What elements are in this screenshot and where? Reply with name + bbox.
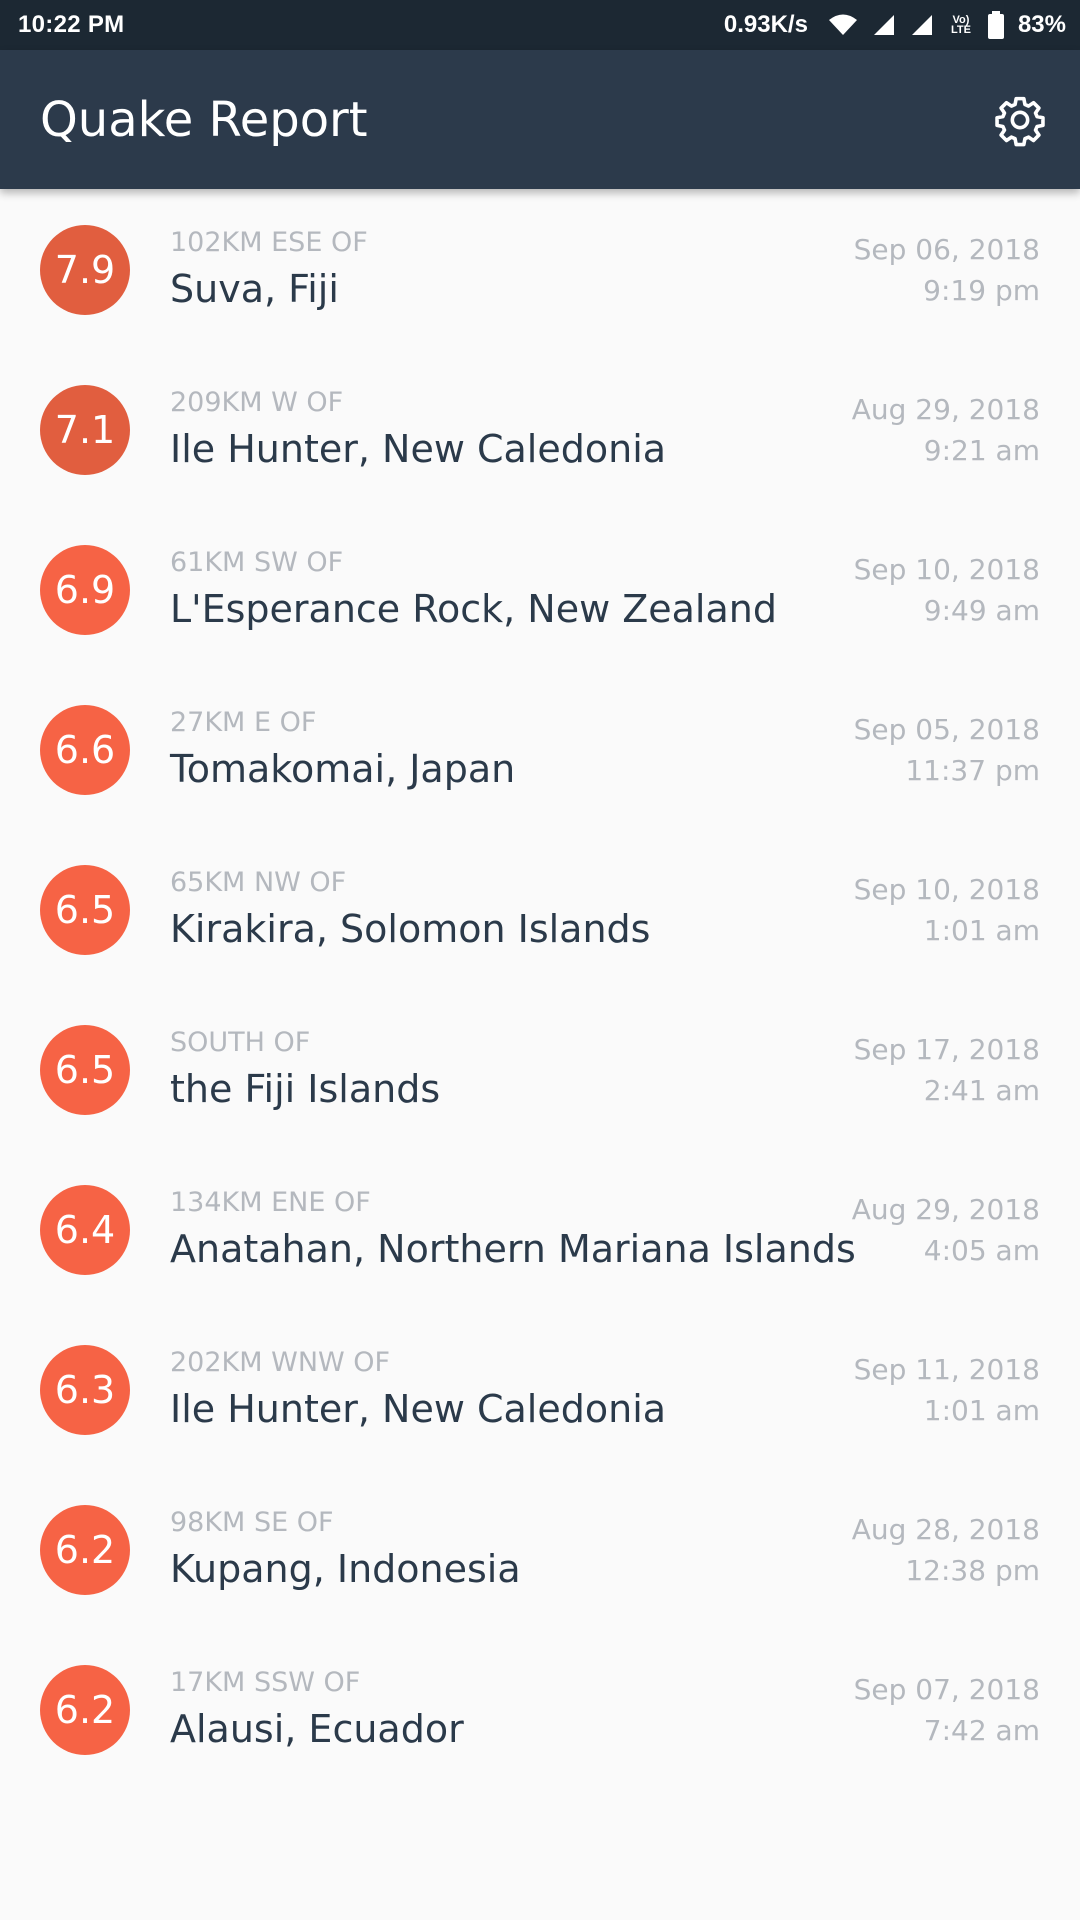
list-item[interactable]: 6.9 61KM SW OF L'Esperance Rock, New Zea… — [0, 509, 1080, 669]
location-offset: 27KM E OF — [170, 707, 317, 738]
list-item[interactable]: 6.3 202KM WNW OF Ile Hunter, New Caledon… — [0, 1309, 1080, 1469]
magnitude-badge: 6.6 — [40, 705, 130, 795]
network-speed: 0.93K/s — [723, 11, 808, 38]
location-offset: 134KM ENE OF — [170, 1187, 371, 1218]
quake-date: Aug 29, 2018 — [851, 1193, 1040, 1226]
quake-time: 9:49 am — [923, 594, 1040, 627]
battery-level: 83% — [1017, 11, 1066, 38]
signal-icon — [872, 13, 896, 37]
magnitude-badge: 6.3 — [40, 1345, 130, 1435]
location-offset: 65KM NW OF — [170, 867, 347, 898]
location-offset: 61KM SW OF — [170, 547, 344, 578]
quake-time: 9:21 am — [923, 434, 1040, 467]
quake-time: 1:01 am — [923, 914, 1040, 947]
location-primary: Anatahan, Northern Mariana Islands — [170, 1227, 856, 1271]
magnitude-badge: 6.2 — [40, 1505, 130, 1595]
quake-date: Sep 10, 2018 — [853, 873, 1040, 906]
status-time: 10:22 PM — [18, 11, 125, 38]
location-primary: Kupang, Indonesia — [170, 1547, 521, 1591]
magnitude-badge: 7.9 — [40, 225, 130, 315]
location-offset: SOUTH OF — [170, 1027, 311, 1058]
location-primary: Kirakira, Solomon Islands — [170, 907, 651, 951]
quake-time: 12:38 pm — [905, 1554, 1040, 1587]
magnitude-badge: 6.9 — [40, 545, 130, 635]
magnitude-badge: 6.4 — [40, 1185, 130, 1275]
list-item[interactable]: 6.5 SOUTH OF the Fiji Islands Sep 17, 20… — [0, 989, 1080, 1149]
list-item[interactable]: 6.5 65KM NW OF Kirakira, Solomon Islands… — [0, 829, 1080, 989]
list-item[interactable]: 7.9 102KM ESE OF Suva, Fiji Sep 06, 2018… — [0, 189, 1080, 349]
app-screen: 10:22 PM 0.93K/s Vo) LTE 83% Quake Repor… — [0, 0, 1080, 1920]
location-offset: 202KM WNW OF — [170, 1347, 391, 1378]
volte-icon: Vo) LTE — [950, 14, 971, 36]
quake-time: 7:42 am — [923, 1714, 1040, 1747]
location-primary: Ile Hunter, New Caledonia — [170, 427, 667, 471]
quake-date: Sep 07, 2018 — [853, 1673, 1040, 1706]
magnitude-badge: 6.5 — [40, 865, 130, 955]
signal-icon — [910, 13, 934, 37]
location-primary: Ile Hunter, New Caledonia — [170, 1387, 667, 1431]
quake-time: 11:37 pm — [905, 754, 1040, 787]
app-bar: Quake Report — [0, 50, 1080, 189]
magnitude-badge: 6.2 — [40, 1665, 130, 1755]
location-primary: Suva, Fiji — [170, 267, 339, 311]
list-item[interactable]: 6.2 17KM SSW OF Alausi, Ecuador Sep 07, … — [0, 1629, 1080, 1789]
quake-time: 2:41 am — [923, 1074, 1040, 1107]
quake-time: 9:19 pm — [923, 274, 1040, 307]
quake-date: Sep 11, 2018 — [853, 1353, 1040, 1386]
list-item[interactable]: 7.1 209KM W OF Ile Hunter, New Caledonia… — [0, 349, 1080, 509]
quake-date: Sep 06, 2018 — [853, 233, 1040, 266]
gear-icon — [995, 96, 1045, 147]
app-title: Quake Report — [40, 92, 368, 148]
location-primary: the Fiji Islands — [170, 1067, 441, 1111]
location-primary: Tomakomai, Japan — [170, 747, 516, 791]
list-item[interactable]: 6.6 27KM E OF Tomakomai, Japan Sep 05, 2… — [0, 669, 1080, 829]
settings-button[interactable] — [990, 90, 1050, 150]
status-icons: 0.93K/s Vo) LTE 83% — [724, 0, 1066, 50]
location-offset: 17KM SSW OF — [170, 1667, 361, 1698]
list-item[interactable]: 6.2 98KM SE OF Kupang, Indonesia Aug 28,… — [0, 1469, 1080, 1629]
status-bar: 10:22 PM 0.93K/s Vo) LTE 83% — [0, 0, 1080, 50]
quake-date: Aug 29, 2018 — [851, 393, 1040, 426]
quake-date: Sep 05, 2018 — [853, 713, 1040, 746]
battery-icon — [987, 11, 1004, 39]
magnitude-badge: 7.1 — [40, 385, 130, 475]
location-primary: Alausi, Ecuador — [170, 1707, 464, 1751]
location-offset: 98KM SE OF — [170, 1507, 334, 1538]
location-offset: 102KM ESE OF — [170, 227, 368, 258]
location-primary: L'Esperance Rock, New Zealand — [170, 587, 777, 631]
quake-date: Sep 10, 2018 — [853, 553, 1040, 586]
quake-time: 1:01 am — [923, 1394, 1040, 1427]
quake-time: 4:05 am — [923, 1234, 1040, 1267]
quake-date: Aug 28, 2018 — [851, 1513, 1040, 1546]
list-item[interactable]: 6.4 134KM ENE OF Anatahan, Northern Mari… — [0, 1149, 1080, 1309]
magnitude-badge: 6.5 — [40, 1025, 130, 1115]
earthquake-list[interactable]: 7.9 102KM ESE OF Suva, Fiji Sep 06, 2018… — [0, 189, 1080, 1789]
quake-date: Sep 17, 2018 — [853, 1033, 1040, 1066]
location-offset: 209KM W OF — [170, 387, 344, 418]
wifi-icon — [828, 13, 858, 37]
